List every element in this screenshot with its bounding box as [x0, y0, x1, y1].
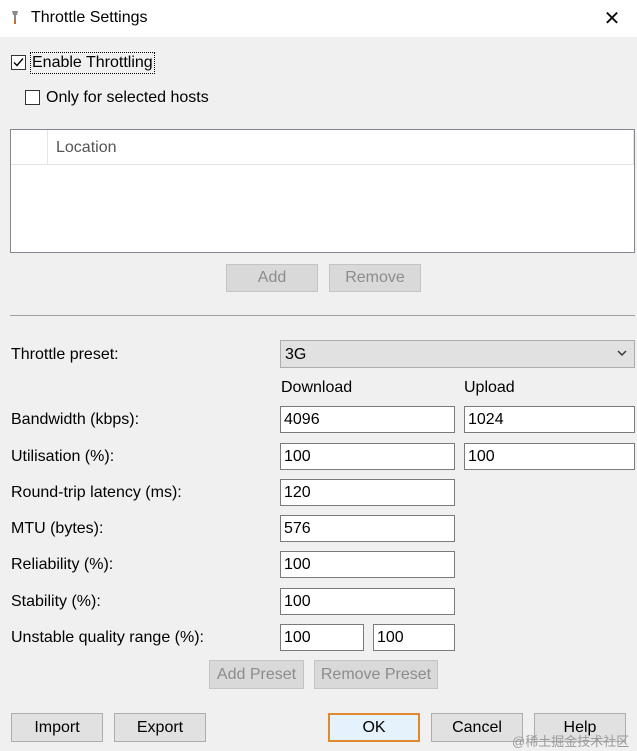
- only-selected-hosts-checkbox[interactable]: [25, 90, 40, 105]
- bandwidth-download-input[interactable]: [280, 406, 455, 433]
- stability-input[interactable]: [280, 588, 455, 615]
- table-header-location[interactable]: Location: [48, 130, 634, 165]
- only-selected-hosts-label[interactable]: Only for selected hosts: [46, 89, 209, 107]
- separator: [10, 315, 635, 316]
- close-icon[interactable]: ✕: [601, 6, 623, 31]
- checkmark-icon: [13, 58, 24, 67]
- chevron-down-icon: [617, 350, 627, 356]
- wrench-icon: [12, 11, 18, 24]
- remove-host-button[interactable]: Remove: [329, 264, 421, 292]
- import-button[interactable]: Import: [11, 713, 103, 742]
- utilisation-download-input[interactable]: [280, 443, 455, 470]
- throttle-preset-value: 3G: [285, 346, 307, 363]
- throttle-preset-select[interactable]: 3G: [280, 340, 635, 368]
- enable-throttling-label[interactable]: Enable Throttling: [30, 52, 155, 74]
- utilisation-upload-input[interactable]: [464, 443, 635, 470]
- unstable-range-label: Unstable quality range (%):: [11, 629, 204, 646]
- watermark: @稀土掘金技术社区: [512, 734, 630, 749]
- reliability-label: Reliability (%):: [11, 556, 114, 573]
- mtu-label: MTU (bytes):: [11, 520, 104, 537]
- location-column-header: Location: [56, 139, 117, 156]
- bandwidth-upload-input[interactable]: [464, 406, 635, 433]
- enable-throttling-checkbox[interactable]: [11, 55, 26, 70]
- cancel-button[interactable]: Cancel: [431, 713, 523, 742]
- add-host-button[interactable]: Add: [226, 264, 318, 292]
- throttle-preset-label: Throttle preset:: [11, 346, 119, 363]
- bandwidth-label: Bandwidth (kbps):: [11, 411, 140, 428]
- add-preset-button[interactable]: Add Preset: [209, 660, 304, 689]
- window-title: Throttle Settings: [31, 9, 148, 26]
- title-bar: Throttle Settings ✕: [0, 0, 637, 37]
- download-column-header: Download: [281, 379, 353, 396]
- latency-label: Round-trip latency (ms):: [11, 484, 182, 501]
- unstable-range-min-input[interactable]: [280, 624, 364, 651]
- utilisation-label: Utilisation (%):: [11, 448, 115, 465]
- upload-column-header: Upload: [464, 379, 515, 396]
- hosts-table[interactable]: Location: [10, 129, 635, 253]
- export-button[interactable]: Export: [114, 713, 206, 742]
- table-header-blank: [11, 130, 48, 165]
- stability-label: Stability (%):: [11, 593, 101, 610]
- mtu-input[interactable]: [280, 515, 455, 542]
- remove-preset-button[interactable]: Remove Preset: [314, 660, 438, 689]
- unstable-range-max-input[interactable]: [373, 624, 455, 651]
- ok-button[interactable]: OK: [328, 713, 420, 742]
- reliability-input[interactable]: [280, 551, 455, 578]
- latency-input[interactable]: [280, 479, 455, 506]
